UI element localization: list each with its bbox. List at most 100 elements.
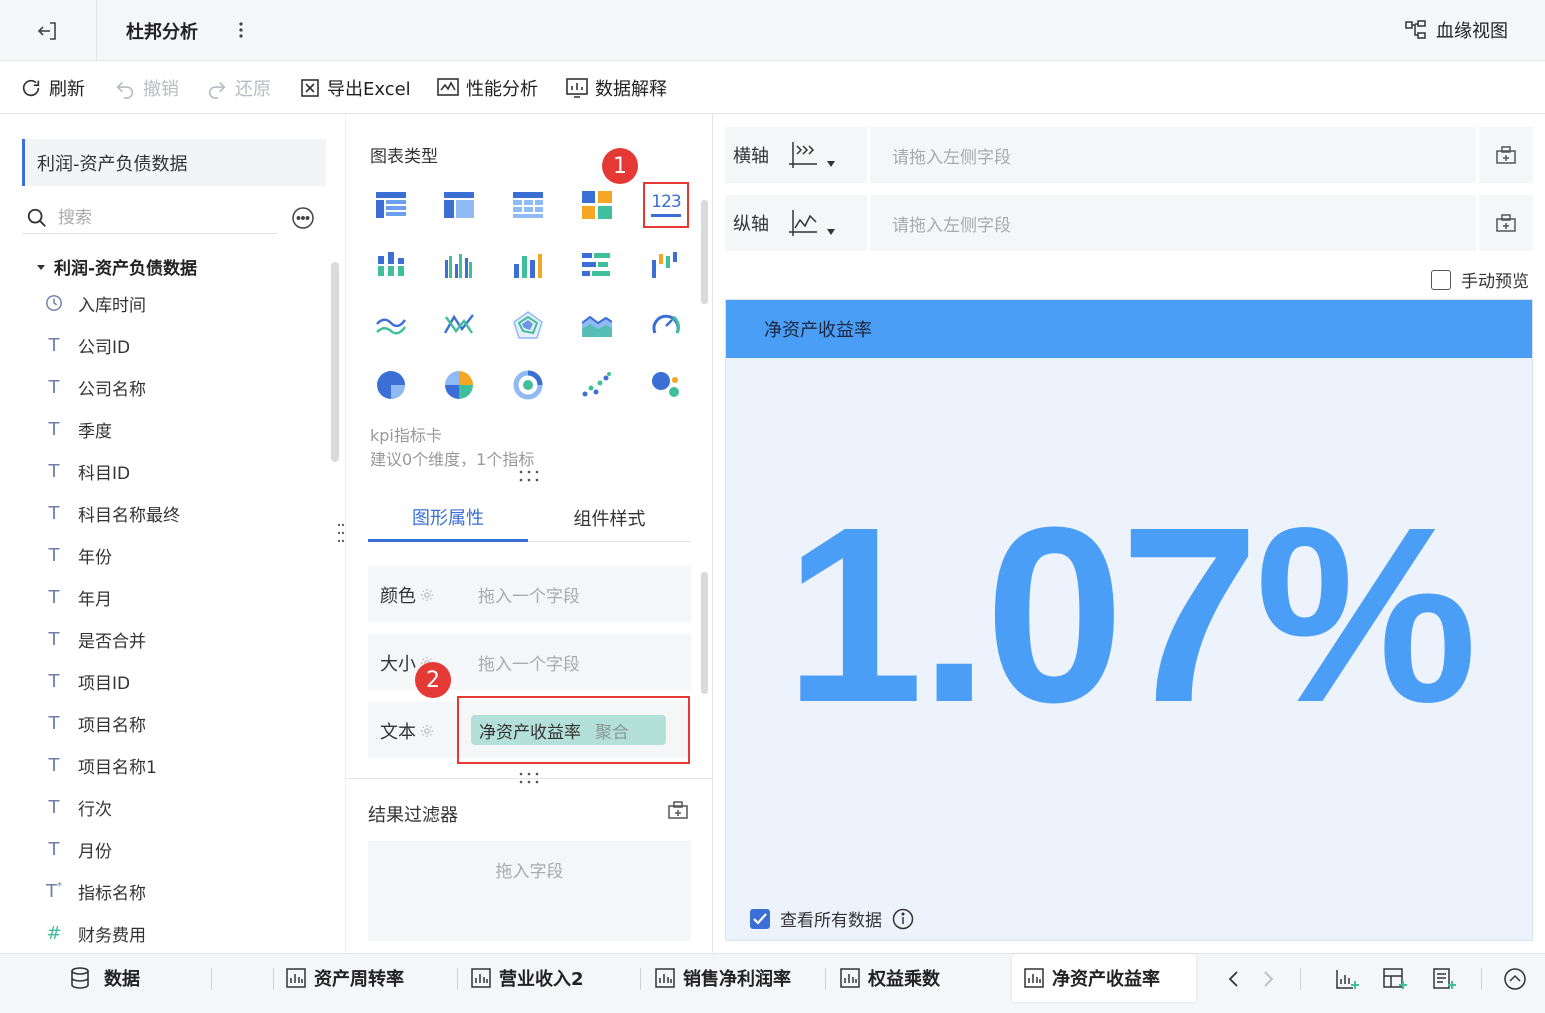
tab-graph-properties[interactable]: 图形属性 (368, 494, 528, 542)
manual-preview-checkbox[interactable] (1431, 269, 1451, 290)
field-item[interactable]: T 是否合并 (44, 624, 147, 654)
next-tab-button[interactable] (1256, 966, 1282, 992)
waterfall-chart-option[interactable] (643, 242, 689, 288)
x-axis-label: 横轴 (733, 146, 769, 167)
add-dashboard-button[interactable] (1382, 966, 1408, 992)
manual-preview-toggle[interactable]: 手动预览 (1431, 267, 1529, 292)
scatter-icon (582, 372, 611, 397)
properties-scrollbar[interactable] (701, 572, 708, 694)
text-field-pill[interactable]: 净资产收益率 聚合 (471, 715, 666, 745)
data-explain-button[interactable]: 数据解释 (566, 75, 667, 101)
donut-chart-option[interactable] (505, 362, 551, 408)
redo-button[interactable]: 还原 (206, 75, 271, 101)
field-item[interactable]: T 项目名称 (44, 708, 147, 738)
tab-revenue[interactable]: 营业收入2 (471, 954, 584, 1002)
panel-resize-handle[interactable] (337, 522, 345, 544)
size-drop-zone[interactable]: 拖入一个字段 (478, 650, 580, 675)
field-item[interactable]: T 行次 (44, 792, 113, 822)
field-item[interactable]: T 项目名称1 (44, 750, 157, 780)
y-axis-icon (787, 208, 821, 238)
line-chart-option[interactable] (368, 302, 414, 348)
tree-root-node[interactable]: 利润-资产负债数据 (36, 254, 197, 279)
prev-tab-button[interactable] (1220, 966, 1246, 992)
y-axis-drop-zone[interactable]: 请拖入左侧字段 (870, 195, 1476, 251)
field-item[interactable]: # 财务费用 (44, 918, 146, 948)
dashboard-grid-chart-option[interactable] (574, 182, 620, 228)
section-resize-handle[interactable] (518, 470, 540, 482)
add-report-button[interactable] (1431, 966, 1457, 992)
tab-asset-turnover[interactable]: 资产周转率 (286, 954, 404, 1002)
x-axis-selector[interactable]: 横轴 (725, 127, 867, 183)
field-list-scrollbar[interactable] (331, 262, 339, 462)
tab-data[interactable]: 数据 (70, 954, 140, 1002)
add-panel-icon (1496, 146, 1516, 164)
field-item[interactable]: T 科目ID (44, 456, 131, 486)
cross-table-chart-option[interactable] (505, 182, 551, 228)
grouped-bar-chart-option[interactable] (436, 242, 482, 288)
field-item[interactable]: T 年份 (44, 540, 113, 570)
pie-chart-option[interactable] (368, 362, 414, 408)
polyline-chart-option[interactable] (436, 302, 482, 348)
search-input[interactable] (58, 207, 258, 228)
collapse-bar-button[interactable] (1502, 966, 1528, 992)
field-item[interactable]: T 公司名称 (44, 372, 147, 402)
filter-drop-zone[interactable]: 拖入字段 (368, 841, 691, 941)
checkmark-icon (753, 912, 767, 925)
add-chart-button[interactable] (1334, 966, 1360, 992)
color-drop-zone[interactable]: 拖入一个字段 (478, 582, 580, 607)
area-chart-option[interactable] (574, 302, 620, 348)
lineage-view-button[interactable]: 血缘视图 (1404, 17, 1508, 43)
refresh-button[interactable]: 刷新 (20, 75, 85, 101)
tab-equity-multiplier[interactable]: 权益乘数 (840, 954, 940, 1002)
tab-label: 资产周转率 (314, 969, 404, 990)
bubble-chart-option[interactable] (643, 362, 689, 408)
gear-icon[interactable] (420, 588, 434, 602)
field-item[interactable]: T 项目ID (44, 666, 131, 696)
export-excel-button[interactable]: 导出Excel (300, 75, 411, 101)
x-axis-add-button[interactable] (1479, 127, 1533, 183)
performance-analysis-button[interactable]: 性能分析 (437, 75, 538, 101)
field-item[interactable]: 入库时间 (44, 288, 146, 318)
field-item[interactable]: T 年月 (44, 582, 113, 612)
gear-icon[interactable] (420, 724, 434, 738)
view-all-checkbox[interactable] (750, 908, 770, 929)
tab-roe-active[interactable]: 净资产收益率 (1012, 954, 1196, 1002)
kpi-icon-text: 123 (651, 192, 681, 213)
more-menu-button[interactable] (230, 16, 252, 44)
field-item[interactable]: T * 指标名称 (44, 876, 146, 906)
field-item[interactable]: T 科目名称最终 (44, 498, 181, 528)
y-axis-add-button[interactable] (1479, 195, 1533, 251)
radar-chart-option[interactable] (505, 302, 551, 348)
grouped-table-chart-option[interactable] (436, 182, 482, 228)
scatter-chart-option[interactable] (574, 362, 620, 408)
field-item[interactable]: T 月份 (44, 834, 113, 864)
chart-config-panel: 图表类型 123 1 kpi指标卡 建议0个维度，1个指标 图形属性 组件样式 … (345, 114, 714, 953)
dataset-selector[interactable]: 利润-资产负债数据 (22, 139, 326, 186)
info-icon[interactable] (892, 908, 914, 930)
undo-button[interactable]: 撤销 (114, 75, 179, 101)
kpi-card-chart-option[interactable]: 123 (643, 182, 689, 228)
filter-add-button[interactable] (668, 801, 688, 819)
chart-type-scrollbar[interactable] (701, 200, 708, 304)
chevron-left-icon (1228, 971, 1238, 987)
view-all-data-toggle[interactable]: 查看所有数据 (750, 906, 914, 931)
detail-table-chart-option[interactable] (368, 182, 414, 228)
horizontal-bar-chart-option[interactable] (574, 242, 620, 288)
more-options-button[interactable] (291, 206, 315, 230)
bar-chart-option[interactable] (505, 242, 551, 288)
y-axis-selector[interactable]: 纵轴 (725, 195, 867, 251)
field-item[interactable]: T 季度 (44, 414, 113, 444)
stacked-bar-chart-option[interactable] (368, 242, 414, 288)
multi-pie-chart-option[interactable] (436, 362, 482, 408)
text-field-aggregation[interactable]: 聚合 (595, 718, 629, 743)
x-axis-drop-zone[interactable]: 请拖入左侧字段 (870, 127, 1476, 183)
tab-component-style[interactable]: 组件样式 (528, 494, 691, 542)
field-label: 科目名称最终 (78, 505, 180, 526)
back-button[interactable] (0, 0, 97, 61)
donut-icon (513, 370, 543, 400)
field-item[interactable]: T 公司ID (44, 330, 131, 360)
text-type-icon: T (48, 586, 60, 608)
dropdown-caret-icon (827, 229, 835, 235)
tab-net-profit-margin[interactable]: 销售净利润率 (655, 954, 791, 1002)
gauge-chart-option[interactable] (643, 302, 689, 348)
